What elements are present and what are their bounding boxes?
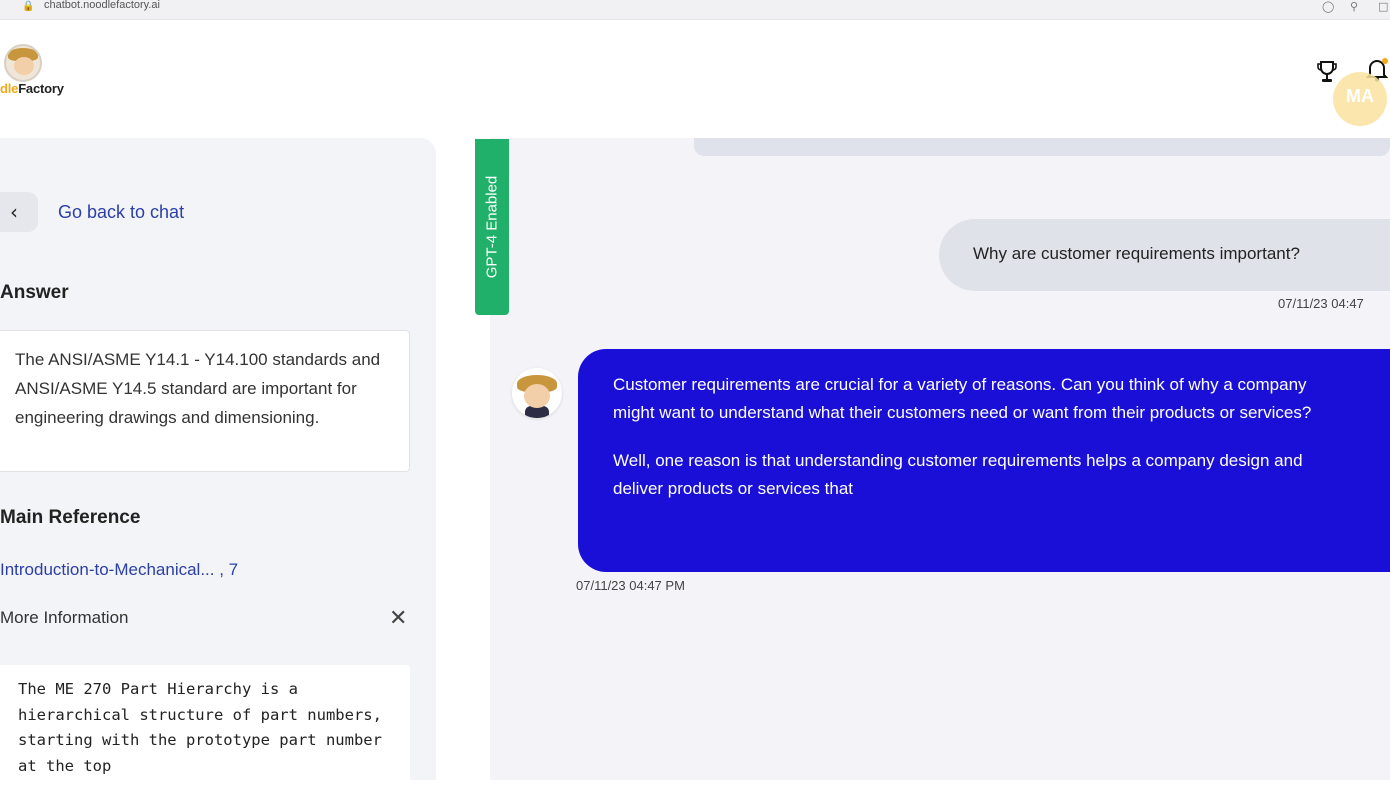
app-header: dleFactory MA [0, 20, 1390, 138]
chat-area[interactable]: Why are customer requirements important?… [490, 138, 1390, 780]
answer-heading: Answer [0, 282, 69, 303]
close-icon[interactable]: ✕ [389, 606, 407, 631]
more-information-heading: More Information [0, 608, 129, 627]
main-reference-heading: Main Reference [0, 507, 141, 528]
share-icon[interactable]: □ [1378, 0, 1388, 13]
reference-link[interactable]: Introduction-to-Mechanical... , 7 [0, 560, 238, 580]
bot-message-bubble: Customer requirements are crucial for a … [578, 349, 1390, 572]
user-avatar[interactable]: MA [1333, 72, 1387, 126]
lock-icon: 🔒 [22, 1, 35, 12]
user-message-text: Why are customer requirements important? [973, 244, 1300, 263]
chevron-left-icon: ‹ [10, 200, 18, 224]
user-message-bubble: Why are customer requirements important? [939, 219, 1390, 291]
profile-icon[interactable]: ◯ [1322, 0, 1334, 13]
gpt4-enabled-badge: GPT-4 Enabled [475, 139, 509, 315]
bot-message-paragraph: Well, one reason is that understanding c… [613, 451, 1303, 498]
zoom-icon[interactable]: ⚲ [1350, 0, 1358, 13]
bot-avatar-icon [512, 368, 562, 418]
reference-panel: ‹ Go back to chat Answer The ANSI/ASME Y… [0, 138, 436, 795]
user-message-timestamp: 07/11/23 04:47 [1278, 296, 1364, 311]
bot-message-timestamp: 07/11/23 04:47 PM [576, 578, 685, 593]
more-information-text: The ME 270 Part Hierarchy is a hierarchi… [0, 665, 410, 795]
previous-message-bubble [694, 138, 1390, 156]
url-text[interactable]: chatbot.noodlefactory.ai [44, 0, 160, 11]
go-back-link[interactable]: Go back to chat [58, 202, 184, 223]
bot-message-paragraph: Customer requirements are crucial for a … [613, 375, 1312, 422]
back-button[interactable]: ‹ [0, 192, 38, 232]
answer-text: The ANSI/ASME Y14.1 - Y14.100 standards … [0, 330, 410, 472]
browser-address-bar: 🔒 chatbot.noodlefactory.ai ◯ ⚲ □ [0, 0, 1390, 20]
trophy-icon[interactable] [1316, 60, 1338, 84]
logo-wordmark[interactable]: dleFactory [0, 81, 64, 96]
logo-mascot-icon [4, 44, 42, 82]
